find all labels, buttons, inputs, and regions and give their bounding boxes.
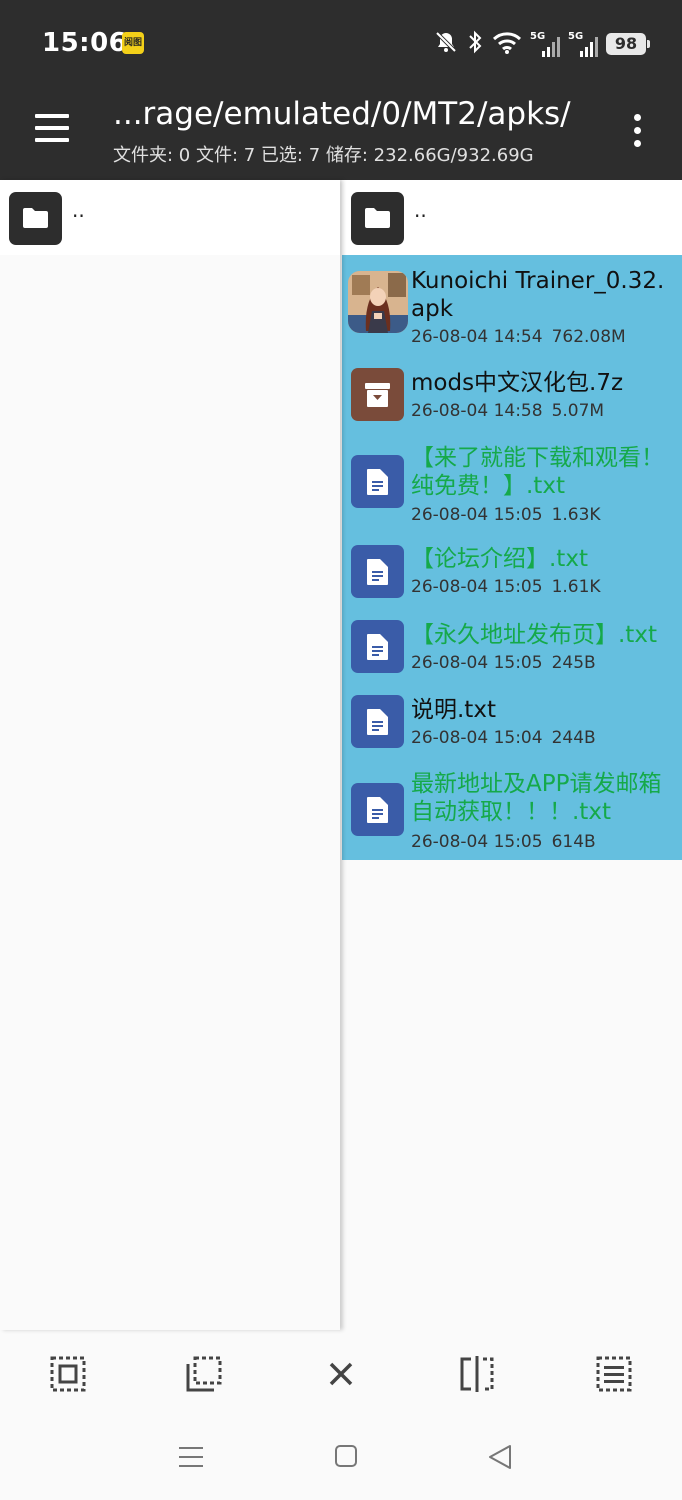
status-bar: 15:06 阅图 5G 5G 98 xyxy=(0,0,682,88)
text-file-icon xyxy=(351,545,404,598)
path-title[interactable]: ...rage/emulated/0/MT2/apks/ xyxy=(113,96,571,132)
path-stats: 文件夹: 0 文件: 7 已选: 7 储存: 232.66G/932.69G xyxy=(113,145,534,166)
recents-icon[interactable] xyxy=(178,1444,204,1474)
file-name: 说明.txt xyxy=(411,697,496,723)
file-meta: 26-08-04 15:05 614B xyxy=(411,832,596,852)
file-name: Kunoichi Trainer_0.32.apk xyxy=(411,268,665,322)
battery-indicator: 98 xyxy=(606,33,650,55)
bottom-action-bar xyxy=(0,1330,682,1422)
selected-files-block: Kunoichi Trainer_0.32.apk 26-08-04 14:54… xyxy=(342,255,682,860)
right-pane[interactable]: .. Kunoichi Trainer_0.32.apk 26-08-04 14… xyxy=(342,180,682,1330)
menu-button[interactable] xyxy=(28,108,76,148)
folder-icon xyxy=(9,192,62,245)
file-row[interactable]: 说明.txt 26-08-04 15:04 244B xyxy=(342,685,682,760)
parent-directory-label: .. xyxy=(72,198,85,222)
file-row[interactable]: 【永久地址发布页】.txt 26-08-04 15:05 245B xyxy=(342,610,682,685)
file-name: 最新地址及APP请发邮箱自动获取！！！.txt xyxy=(411,771,662,825)
left-pane[interactable]: .. xyxy=(0,180,340,1330)
dot xyxy=(633,113,641,121)
archive-icon xyxy=(351,368,404,421)
file-meta: 26-08-04 14:54 762.08M xyxy=(411,327,626,347)
parent-directory-row[interactable]: .. xyxy=(0,180,340,255)
text-file-icon xyxy=(351,455,404,508)
file-name: mods中文汉化包.7z xyxy=(411,370,624,396)
hamburger-icon-bar xyxy=(35,126,69,130)
file-row[interactable]: 【论坛介绍】.txt 26-08-04 15:05 1.61K xyxy=(342,534,682,610)
text-file-icon xyxy=(351,783,404,836)
cellular-signal-icon: 5G xyxy=(530,31,560,57)
file-row[interactable]: Kunoichi Trainer_0.32.apk 26-08-04 14:54… xyxy=(342,255,682,355)
folder-icon xyxy=(351,192,404,245)
mute-icon xyxy=(434,30,458,58)
close-icon[interactable] xyxy=(321,1354,361,1394)
system-nav-bar xyxy=(0,1422,682,1500)
parent-directory-row[interactable]: .. xyxy=(342,180,682,255)
parent-directory-label: .. xyxy=(414,198,427,222)
overflow-menu-button[interactable] xyxy=(622,110,652,150)
status-indicators: 5G 5G 98 xyxy=(434,28,650,60)
apk-thumbnail-icon xyxy=(348,271,408,333)
dot xyxy=(633,139,641,147)
hamburger-icon-bar xyxy=(35,114,69,118)
status-time: 15:06 xyxy=(42,28,128,58)
bluetooth-icon xyxy=(466,30,484,58)
file-row[interactable]: mods中文汉化包.7z 26-08-04 14:58 5.07M xyxy=(342,355,682,430)
wifi-icon xyxy=(492,30,522,58)
file-meta: 26-08-04 15:05 245B xyxy=(411,653,596,673)
file-name: 【永久地址发布页】.txt xyxy=(411,622,657,648)
file-meta: 26-08-04 15:05 1.61K xyxy=(411,577,601,597)
text-file-icon xyxy=(351,695,404,748)
select-range-icon[interactable] xyxy=(184,1354,224,1394)
select-all-icon[interactable] xyxy=(48,1354,88,1394)
file-name: 【来了就能下载和观看！纯免费！】.txt xyxy=(411,445,664,499)
home-icon[interactable] xyxy=(334,1444,358,1472)
file-name: 【论坛介绍】.txt xyxy=(411,546,588,572)
hamburger-icon-bar xyxy=(35,138,69,142)
app-toolbar: ...rage/emulated/0/MT2/apks/ 文件夹: 0 文件: … xyxy=(0,88,682,180)
split-pane-icon[interactable] xyxy=(457,1354,497,1394)
app-notification-icon: 阅图 xyxy=(122,32,144,54)
list-view-icon[interactable] xyxy=(594,1354,634,1394)
dot xyxy=(633,126,641,134)
file-meta: 26-08-04 15:04 244B xyxy=(411,728,596,748)
file-meta: 26-08-04 14:58 5.07M xyxy=(411,401,605,421)
cellular-signal-icon-2: 5G xyxy=(568,31,598,57)
file-meta: 26-08-04 15:05 1.63K xyxy=(411,505,601,525)
text-file-icon xyxy=(351,620,404,673)
file-row[interactable]: 最新地址及APP请发邮箱自动获取！！！.txt 26-08-04 15:05 61… xyxy=(342,760,682,860)
file-row[interactable]: 【来了就能下载和观看！纯免费！】.txt 26-08-04 15:05 1.63K xyxy=(342,430,682,534)
back-icon[interactable] xyxy=(488,1444,512,1474)
